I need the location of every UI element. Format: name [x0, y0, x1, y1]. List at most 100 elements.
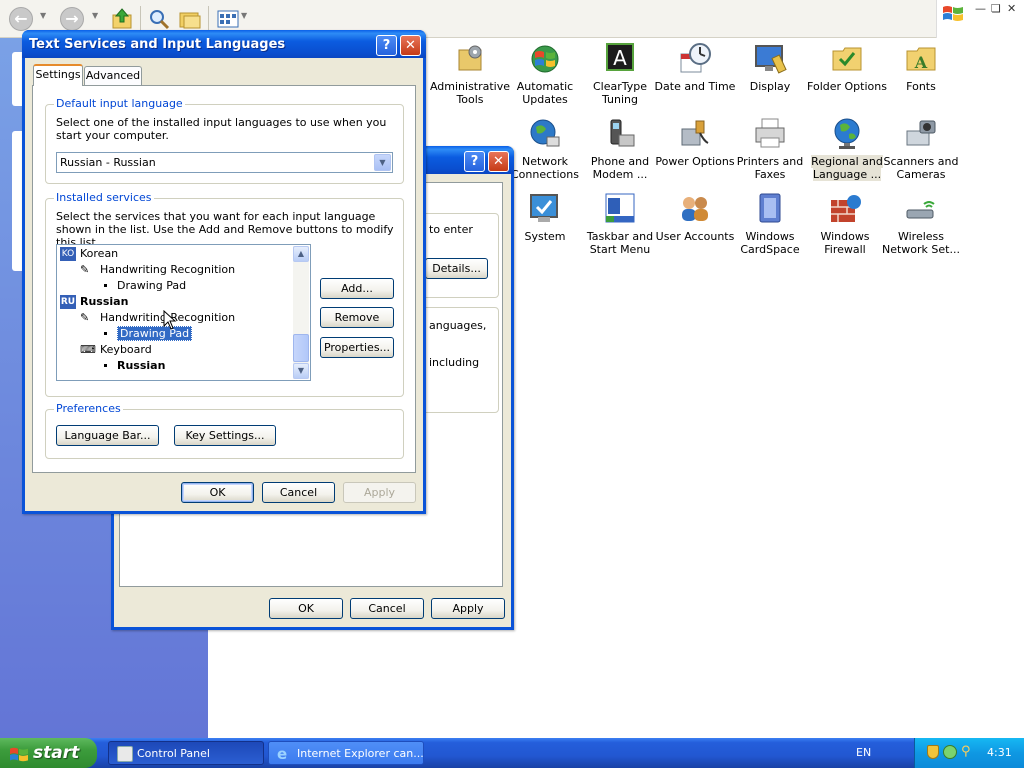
remove-button[interactable]: Remove [320, 307, 394, 328]
internet-explorer-icon: e [277, 745, 288, 763]
windows-flag-icon [942, 4, 964, 24]
back-dropdown-icon[interactable]: ▼ [40, 11, 46, 20]
system-tray: ⚲ 4:31 [914, 738, 1024, 768]
cp-item-administrative-tools[interactable]: Administrative Tools [429, 42, 511, 106]
cp-item-wireless-network-setup[interactable]: Wireless Network Set... [880, 192, 962, 256]
control-panel-icon [117, 746, 133, 762]
add-button[interactable]: Add... [320, 278, 394, 299]
default-language-legend: Default input language [54, 97, 185, 110]
folders-icon[interactable] [178, 7, 202, 31]
folder-options-icon [830, 42, 864, 76]
help-button[interactable]: ? [376, 35, 397, 56]
cp-item-windows-firewall[interactable]: Windows Firewall [804, 192, 886, 256]
task-internet-explorer[interactable]: e Internet Explorer can... [268, 741, 424, 765]
scroll-down-icon[interactable]: ▼ [293, 363, 309, 379]
bullet-icon [104, 283, 107, 287]
scroll-up-icon[interactable]: ▲ [293, 246, 309, 262]
forward-dropdown-icon[interactable]: ▼ [92, 11, 98, 20]
cp-item-user-accounts[interactable]: User Accounts [654, 192, 736, 243]
cp-item-display[interactable]: Display [729, 42, 811, 93]
list-scrollbar[interactable]: ▲ ▼ [293, 246, 309, 379]
display-icon [753, 42, 787, 76]
tab-settings[interactable]: Settings [33, 64, 83, 86]
start-button[interactable]: start [0, 738, 97, 768]
cp-item-printers-and-faxes[interactable]: Printers and Faxes [729, 117, 811, 181]
default-language-description: Select one of the installed input langua… [56, 116, 387, 142]
svg-text:A: A [914, 53, 928, 72]
forward-icon[interactable]: → [60, 7, 84, 31]
phone-icon [603, 117, 637, 151]
admin-tools-icon [453, 42, 487, 76]
cp-item-network-connections[interactable]: Network Connections [504, 117, 586, 181]
cp-item-regional-and-language[interactable]: Regional and Language ... [804, 117, 890, 181]
regional-text-fragment: including [429, 356, 480, 369]
cp-item-system[interactable]: System [504, 192, 586, 243]
tree-item-korean[interactable]: KO Korean [60, 246, 118, 262]
bullet-icon [104, 331, 107, 335]
tray-search-icon[interactable]: ⚲ [961, 745, 975, 759]
tree-item-drawing-pad-korean[interactable]: Drawing Pad [100, 278, 186, 294]
window-corner-controls: — ❏ ✕ [936, 0, 1024, 38]
text-services-dialog: Text Services and Input Languages ? ✕ Se… [22, 30, 426, 514]
ok-button[interactable]: OK [181, 482, 254, 503]
preferences-legend: Preferences [54, 402, 123, 415]
language-bar-button[interactable]: Language Bar... [56, 425, 159, 446]
cp-item-phone-and-modem[interactable]: Phone and Modem ... [579, 117, 661, 181]
keyboard-icon: ⌨ [80, 343, 96, 356]
scroll-thumb[interactable] [293, 334, 309, 362]
views-dropdown-icon[interactable]: ▼ [241, 11, 247, 20]
user-accounts-icon [678, 192, 712, 226]
tree-item-handwriting-korean[interactable]: ✎ Handwriting Recognition [80, 262, 235, 278]
tab-advanced[interactable]: Advanced [84, 66, 142, 86]
installed-services-groupbox: Installed services Select the services t… [45, 191, 404, 397]
chevron-down-icon[interactable]: ▼ [374, 154, 391, 171]
language-badge-icon: KO [60, 247, 76, 261]
search-icon[interactable] [147, 7, 171, 31]
tree-item-handwriting-russian[interactable]: ✎ Handwriting Recognition [80, 310, 235, 326]
cp-item-power-options[interactable]: Power Options [654, 117, 736, 168]
cp-item-date-and-time[interactable]: Date and Time [654, 42, 736, 93]
cp-item-automatic-updates[interactable]: Automatic Updates [504, 42, 586, 106]
cp-item-cleartype-tuning[interactable]: A ClearType Tuning [579, 42, 661, 106]
regional-ok-button[interactable]: OK [269, 598, 343, 619]
default-language-select[interactable]: Russian - Russian ▼ [56, 152, 393, 173]
cp-item-fonts[interactable]: A Fonts [880, 42, 962, 93]
up-folder-icon[interactable] [110, 7, 134, 31]
cp-item-windows-cardspace[interactable]: Windows CardSpace [729, 192, 811, 256]
installed-services-legend: Installed services [54, 191, 154, 204]
views-icon[interactable] [216, 7, 240, 31]
language-bar-icon[interactable] [943, 745, 957, 759]
key-settings-button[interactable]: Key Settings... [174, 425, 276, 446]
task-control-panel[interactable]: Control Panel [108, 741, 264, 765]
clock[interactable]: 4:31 [987, 746, 1012, 759]
regional-cancel-button[interactable]: Cancel [350, 598, 424, 619]
close-icon[interactable]: ✕ [1007, 2, 1016, 15]
svg-text:A: A [613, 46, 627, 70]
tree-item-russian[interactable]: RU Russian [60, 294, 128, 310]
minimize-icon[interactable]: — [975, 2, 986, 15]
language-badge-icon: RU [60, 295, 76, 309]
tree-item-keyboard[interactable]: ⌨ Keyboard [80, 342, 152, 358]
bullet-icon [104, 363, 107, 367]
regional-help-button[interactable]: ? [464, 151, 485, 172]
restore-icon[interactable]: ❏ [991, 2, 1001, 15]
cp-item-taskbar-and-start-menu[interactable]: Taskbar and Start Menu [579, 192, 661, 256]
cancel-button[interactable]: Cancel [262, 482, 335, 503]
installed-services-list[interactable]: KO Korean ✎ Handwriting Recognition Drawin… [56, 244, 311, 381]
regional-apply-button[interactable]: Apply [431, 598, 505, 619]
wireless-icon [904, 192, 938, 226]
details-button[interactable]: Details... [425, 258, 488, 279]
properties-button[interactable]: Properties... [320, 337, 394, 358]
fonts-folder-icon: A [904, 42, 938, 76]
cp-item-folder-options[interactable]: Folder Options [804, 42, 890, 93]
power-icon [678, 117, 712, 151]
security-shield-icon[interactable] [927, 745, 939, 759]
regional-close-button[interactable]: ✕ [488, 151, 509, 172]
language-indicator[interactable]: EN [856, 746, 871, 759]
close-button[interactable]: ✕ [400, 35, 421, 56]
cleartype-icon: A [603, 42, 637, 76]
tree-item-drawing-pad-russian[interactable]: Drawing Pad [100, 326, 193, 342]
cp-item-scanners-and-cameras[interactable]: Scanners and Cameras [880, 117, 962, 181]
back-icon[interactable]: ← [9, 7, 33, 31]
tree-item-keyboard-russian[interactable]: Russian [100, 358, 165, 374]
